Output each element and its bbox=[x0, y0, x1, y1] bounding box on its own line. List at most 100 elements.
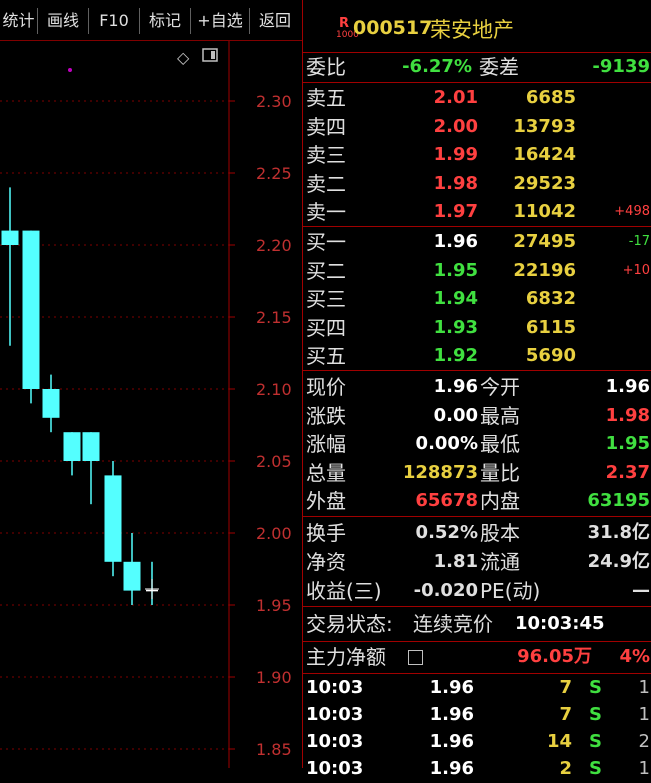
level-label: 买一 bbox=[306, 230, 346, 254]
y-tick-label: 2.30 bbox=[256, 92, 292, 111]
y-tick-label: 2.25 bbox=[256, 164, 292, 183]
level-volume: 6832 bbox=[525, 288, 576, 309]
ask-row[interactable]: 卖五 2.01 6685 bbox=[303, 84, 651, 112]
toolbar-button-mark[interactable]: 标记 bbox=[140, 8, 191, 34]
tick-time: 10:03 bbox=[306, 758, 364, 779]
level-volume: 27495 bbox=[513, 231, 576, 252]
main-force-row[interactable]: 主力净额 96.05万 4% bbox=[303, 643, 651, 671]
stats-row: 现价 1.96 今开 1.96 bbox=[303, 373, 651, 401]
level-volume: 6115 bbox=[525, 316, 576, 338]
y-tick-label: 1.85 bbox=[256, 740, 292, 759]
level-price: 2.01 bbox=[433, 87, 478, 108]
weidiff-value: -9139 bbox=[592, 56, 650, 77]
level-label: 卖四 bbox=[306, 114, 346, 139]
tick-time: 10:03 bbox=[306, 731, 364, 752]
level-label: 卖一 bbox=[306, 200, 346, 224]
stat-value: 63195 bbox=[587, 490, 650, 512]
tick-count: 1 bbox=[638, 677, 650, 698]
bid-row[interactable]: 买四 1.93 6115 bbox=[303, 314, 651, 342]
fund-row: 换手 0.52% 股本 31.8亿 bbox=[303, 519, 651, 547]
tick-time: 10:03 bbox=[306, 677, 364, 698]
tick-side: S bbox=[589, 704, 602, 725]
stat-label: 换手 bbox=[306, 521, 346, 545]
level-volume: 6685 bbox=[525, 87, 576, 108]
stock-name: 荣安地产 bbox=[430, 18, 514, 42]
toolbar-button-f10[interactable]: F10 bbox=[89, 8, 140, 34]
tick-count: 1 bbox=[638, 704, 650, 725]
y-tick-label: 1.95 bbox=[256, 596, 292, 615]
main-force-label: 主力净额 bbox=[306, 645, 386, 669]
tick-price: 1.96 bbox=[429, 677, 474, 698]
bid-row[interactable]: 买二 1.95 22196 +10 bbox=[303, 257, 651, 285]
stat-label: 最低 bbox=[480, 432, 520, 457]
bid-row[interactable]: 买三 1.94 6832 bbox=[303, 285, 651, 313]
level-price: 1.93 bbox=[433, 316, 478, 338]
tick-side: S bbox=[589, 731, 602, 752]
tick-count: 1 bbox=[638, 758, 650, 779]
y-tick-label: 2.05 bbox=[256, 452, 292, 471]
toolbar-button-add-watchlist[interactable]: +自选 bbox=[191, 8, 250, 34]
stats-row: 总量 128873 量比 2.37 bbox=[303, 459, 651, 487]
level-label: 卖五 bbox=[306, 86, 346, 110]
stat-label: 收益(三) bbox=[306, 579, 382, 603]
y-tick-label: 2.00 bbox=[256, 524, 292, 543]
stats-row: 外盘 65678 内盘 63195 bbox=[303, 487, 651, 515]
level-change: +498 bbox=[614, 204, 650, 219]
level-change: -17 bbox=[628, 234, 650, 249]
stat-value: — bbox=[632, 580, 650, 601]
weibi-row: 委比 -6.27% 委差 -9139 bbox=[303, 53, 651, 81]
ask-row[interactable]: 卖四 2.00 13793 bbox=[303, 113, 651, 141]
trade-status-row: 交易状态: 连续竞价 10:03:45 bbox=[303, 610, 651, 638]
candle-body bbox=[104, 475, 122, 562]
trade-status-value: 连续竞价 bbox=[413, 612, 493, 636]
separator bbox=[303, 82, 651, 83]
diamond-icon[interactable]: ◇ bbox=[177, 48, 190, 67]
separator bbox=[303, 516, 651, 517]
tick-row[interactable]: 10:03 1.96 2 S 1 bbox=[303, 755, 651, 783]
candlestick-chart[interactable]: ◇ 2.30 2.25 2.20 2.15 2.10 2.05 2.00 1.95 1.90 1.… bbox=[0, 41, 302, 768]
candle-body bbox=[63, 432, 81, 461]
level-price: 1.99 bbox=[433, 144, 478, 165]
bid-row[interactable]: 买五 1.92 5690 bbox=[303, 342, 651, 370]
ask-row[interactable]: 卖一 1.97 11042 +498 bbox=[303, 198, 651, 226]
level-price: 1.92 bbox=[433, 345, 478, 366]
toolbar-button-stats[interactable]: 统计 bbox=[0, 8, 38, 34]
list-icon[interactable] bbox=[408, 650, 423, 665]
stats-row: 涨幅 0.00% 最低 1.95 bbox=[303, 430, 651, 458]
weibi-label: 委比 bbox=[306, 55, 346, 79]
tick-row[interactable]: 10:03 1.96 7 S 1 bbox=[303, 674, 651, 702]
ask-row[interactable]: 卖三 1.99 16424 bbox=[303, 141, 651, 169]
level-label: 买五 bbox=[306, 344, 346, 368]
level-volume: 5690 bbox=[525, 345, 576, 366]
stat-value: 0.00% bbox=[415, 433, 478, 455]
stat-value: 65678 bbox=[415, 490, 478, 512]
stat-value: -0.020 bbox=[413, 580, 478, 601]
y-tick-label: 2.20 bbox=[256, 236, 292, 255]
stat-label: 最高 bbox=[480, 403, 520, 428]
level-label: 买四 bbox=[306, 315, 346, 340]
ask-row[interactable]: 卖二 1.98 29523 bbox=[303, 170, 651, 198]
candle bbox=[1, 187, 19, 346]
toolbar-button-back[interactable]: 返回 bbox=[250, 8, 300, 34]
stat-label: 今开 bbox=[480, 375, 520, 399]
bid-row[interactable]: 买一 1.96 27495 -17 bbox=[303, 228, 651, 256]
level-price: 2.00 bbox=[433, 115, 478, 137]
r-badge: R bbox=[339, 16, 350, 31]
main-force-pct: 4% bbox=[619, 646, 650, 667]
candle bbox=[123, 533, 141, 605]
tick-row[interactable]: 10:03 1.96 14 S 2 bbox=[303, 728, 651, 756]
level-label: 卖三 bbox=[306, 143, 346, 167]
stat-label: 净资 bbox=[306, 550, 346, 574]
toolbar-button-draw[interactable]: 画线 bbox=[38, 8, 89, 34]
tick-row[interactable]: 10:03 1.96 7 S 1 bbox=[303, 701, 651, 729]
tick-volume: 7 bbox=[559, 704, 572, 725]
stat-label: 涨跌 bbox=[306, 403, 346, 428]
tick-side: S bbox=[589, 677, 602, 698]
fund-row: 净资 1.81 流通 24.9亿 bbox=[303, 548, 651, 576]
stat-label: 现价 bbox=[306, 375, 346, 399]
candle bbox=[22, 230, 40, 404]
level-change: +10 bbox=[622, 262, 650, 278]
tick-side: S bbox=[589, 758, 602, 779]
stats-row: 涨跌 0.00 最高 1.98 bbox=[303, 402, 651, 430]
candle bbox=[42, 374, 60, 433]
